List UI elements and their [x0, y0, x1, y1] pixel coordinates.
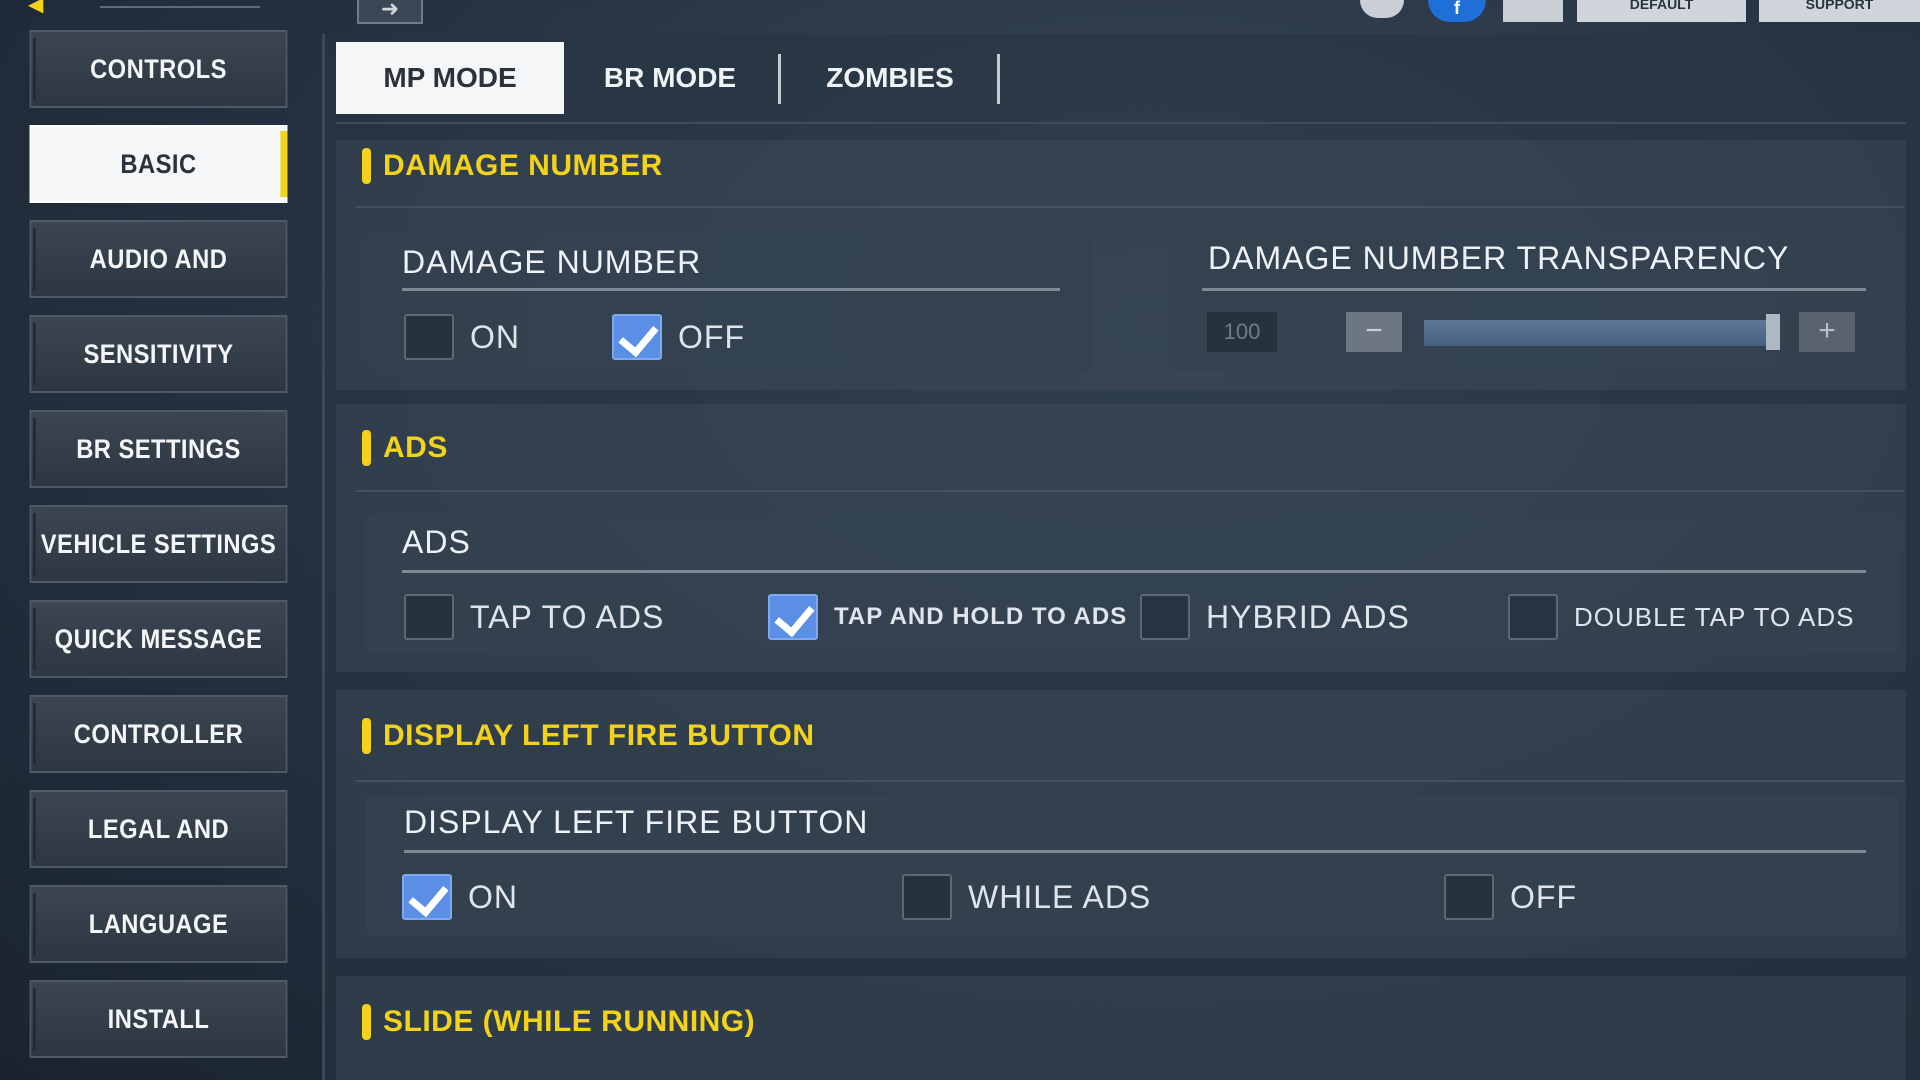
section-marker-icon	[362, 718, 371, 754]
left-fire-on-option[interactable]: ON	[402, 874, 518, 920]
sidebar-item-controls[interactable]: CONTROLS	[29, 30, 288, 108]
checkbox[interactable]	[404, 594, 454, 640]
section-marker-icon	[362, 430, 371, 466]
back-arrow-icon[interactable]: ◀	[28, 0, 88, 15]
sidebar-item-install[interactable]: INSTALL	[29, 980, 288, 1058]
facebook-icon[interactable]: f	[1428, 0, 1486, 22]
user-icon[interactable]	[1360, 0, 1404, 18]
sidebar-item-language[interactable]: LANGUAGE	[29, 885, 288, 963]
checkbox[interactable]	[1140, 594, 1190, 640]
checkbox-checked[interactable]	[612, 314, 662, 360]
section-title: DISPLAY LEFT FIRE BUTTON	[383, 719, 815, 752]
tab-separator	[778, 54, 781, 104]
card-underline	[1202, 288, 1866, 291]
option-label: ON	[468, 878, 518, 915]
sidebar-item-sensitivity[interactable]: SENSITIVITY	[29, 315, 288, 393]
checkbox[interactable]	[404, 314, 454, 360]
top-bar: ◀ ➜ f DEFAULT SUPPORT	[0, 0, 1920, 34]
sidebar-item-controller[interactable]: CONTROLLER	[29, 695, 288, 773]
hybrid-ads-option[interactable]: HYBRID ADS	[1140, 594, 1410, 640]
sidebar-item-quick-message[interactable]: QUICK MESSAGE	[29, 600, 288, 678]
tap-to-ads-option[interactable]: TAP TO ADS	[404, 594, 664, 640]
section-marker-icon	[362, 1004, 371, 1040]
card-title: ADS	[402, 524, 471, 560]
sidebar-item-legal-and-privacy[interactable]: LEGAL AND PRIVACY	[29, 790, 288, 918]
ads-header: ADS	[362, 426, 448, 470]
card-title: DISPLAY LEFT FIRE BUTTON	[404, 804, 869, 840]
card-underline	[404, 850, 1866, 853]
tab-br-mode[interactable]: BR MODE	[570, 42, 770, 114]
slide-header: SLIDE (WHILE RUNNING)	[362, 1000, 755, 1044]
top-divider	[100, 6, 260, 8]
damage-number-header: DAMAGE NUMBER	[362, 144, 663, 188]
option-label: DOUBLE TAP TO ADS	[1574, 601, 1855, 632]
damage-number-off-option[interactable]: OFF	[612, 314, 745, 360]
option-label: ON	[470, 318, 520, 355]
section-marker-icon	[362, 148, 371, 184]
default-button[interactable]: DEFAULT	[1577, 0, 1746, 22]
transparency-value: 100	[1207, 312, 1277, 352]
slider-handle[interactable]	[1766, 314, 1780, 350]
option-label: WHILE ADS	[968, 878, 1152, 915]
tab-separator	[997, 54, 1000, 104]
sidebar-item-br-settings[interactable]: BR SETTINGS	[29, 410, 288, 488]
option-label: OFF	[678, 318, 745, 355]
plus-icon[interactable]: +	[1799, 312, 1855, 352]
section-divider	[356, 490, 1904, 492]
section-title: DAMAGE NUMBER	[383, 149, 663, 182]
tabs-underline	[336, 122, 1906, 124]
card-title: DAMAGE NUMBER	[402, 244, 702, 280]
checkbox[interactable]	[902, 874, 952, 920]
sidebar-item-vehicle-settings[interactable]: VEHICLE SETTINGS	[29, 505, 288, 583]
section-title: ADS	[383, 431, 448, 464]
tab-zombies[interactable]: ZOMBIES	[790, 42, 990, 114]
card-title: DAMAGE NUMBER TRANSPARENCY	[1208, 240, 1790, 276]
support-button[interactable]: SUPPORT	[1759, 0, 1920, 22]
checkbox[interactable]	[1508, 594, 1558, 640]
minus-icon[interactable]: −	[1346, 312, 1402, 352]
card-underline	[402, 570, 1866, 573]
double-tap-to-ads-option[interactable]: DOUBLE TAP TO ADS	[1508, 594, 1854, 640]
card-underline	[402, 288, 1060, 291]
left-fire-header: DISPLAY LEFT FIRE BUTTON	[362, 714, 815, 758]
sidebar-item-basic[interactable]: BASIC	[29, 125, 288, 203]
section-divider	[356, 780, 1904, 782]
left-fire-while-ads-option[interactable]: WHILE ADS	[902, 874, 1151, 920]
checkbox[interactable]	[1444, 874, 1494, 920]
section-title: SLIDE (WHILE RUNNING)	[383, 1005, 756, 1038]
option-label: OFF	[1510, 878, 1577, 915]
sidebar-item-audio-and-graphics[interactable]: AUDIO AND GRAPHICS	[29, 220, 288, 348]
option-label: HYBRID ADS	[1206, 598, 1410, 635]
option-label: TAP AND HOLD TO ADS	[834, 603, 1128, 630]
checkbox-checked[interactable]	[402, 874, 452, 920]
section-divider	[356, 206, 1904, 208]
option-label: TAP TO ADS	[470, 598, 665, 635]
damage-number-on-option[interactable]: ON	[404, 314, 520, 360]
left-fire-off-option[interactable]: OFF	[1444, 874, 1577, 920]
tab-mp-mode[interactable]: MP MODE	[336, 42, 564, 114]
tap-and-hold-to-ads-option[interactable]: TAP AND HOLD TO ADS	[768, 594, 1127, 640]
controller-icon[interactable]	[1503, 0, 1563, 22]
transparency-slider[interactable]	[1424, 320, 1776, 346]
forward-arrow-icon[interactable]: ➜	[357, 0, 423, 24]
checkbox-checked[interactable]	[768, 594, 818, 640]
